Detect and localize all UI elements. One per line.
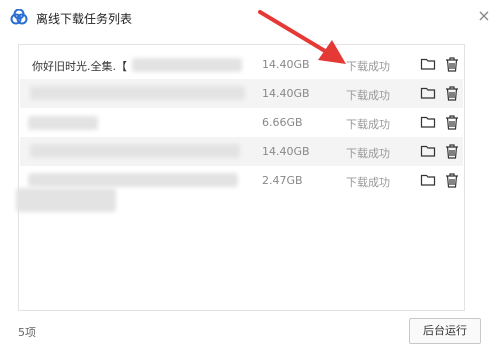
task-list: 你好旧时光.全集.【 14.40GB 下载成功 14.40GB 下载成功 6.6… — [16, 44, 465, 311]
annotation-arrow-icon — [258, 10, 346, 64]
task-row: 2.47GB 下载成功 — [16, 166, 463, 212]
task-row: 6.66GB 下载成功 — [20, 108, 463, 137]
task-status: 下载成功 — [346, 147, 390, 160]
task-row: 14.40GB 下载成功 — [20, 79, 463, 108]
run-in-background-button[interactable]: 后台运行 — [409, 318, 481, 344]
task-row: 你好旧时光.全集.【 14.40GB 下载成功 — [20, 50, 463, 79]
delete-icon[interactable] — [444, 55, 460, 73]
delete-icon[interactable] — [444, 113, 460, 131]
task-size: 14.40GB — [262, 145, 310, 158]
task-status: 下载成功 — [346, 118, 390, 131]
close-icon[interactable]: × — [476, 8, 492, 24]
open-folder-icon[interactable] — [420, 85, 436, 101]
delete-icon[interactable] — [444, 171, 460, 189]
delete-icon[interactable] — [444, 142, 460, 160]
task-status: 下载成功 — [346, 89, 390, 102]
task-size: 14.40GB — [262, 87, 310, 100]
task-count: 5项 — [18, 326, 36, 339]
delete-icon[interactable] — [444, 84, 460, 102]
baidu-cloud-logo-icon — [10, 9, 28, 25]
open-folder-icon[interactable] — [420, 56, 436, 72]
open-folder-icon[interactable] — [420, 114, 436, 130]
open-folder-icon[interactable] — [420, 143, 436, 159]
task-status: 下载成功 — [346, 176, 390, 189]
open-folder-icon[interactable] — [420, 172, 436, 188]
task-row: 14.40GB 下载成功 — [20, 137, 463, 166]
window-title: 离线下载任务列表 — [36, 12, 133, 26]
task-size: 6.66GB — [262, 116, 303, 129]
title-bar: 离线下载任务列表 × — [0, 0, 500, 36]
task-size: 2.47GB — [262, 174, 303, 187]
